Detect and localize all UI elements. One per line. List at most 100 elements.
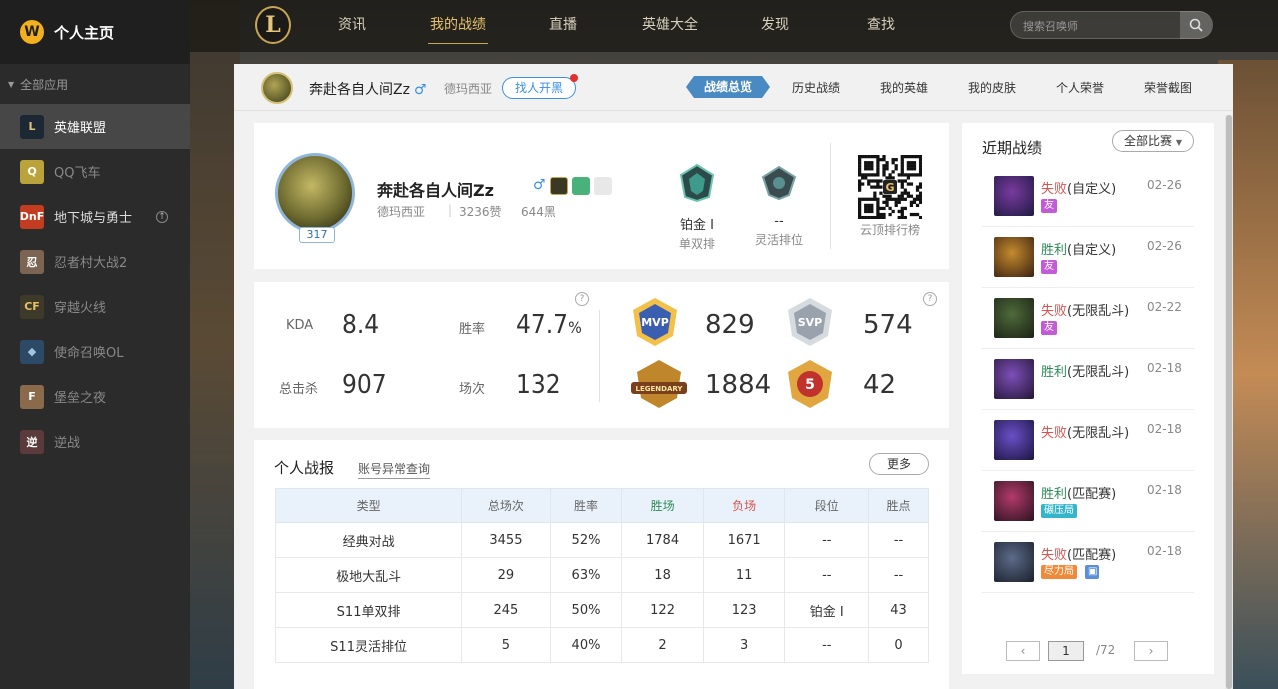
kda-value: 8.4 (342, 310, 380, 340)
table-header: 胜率 (549, 488, 623, 523)
copy-icon[interactable] (571, 177, 590, 195)
table-cell: 122 (621, 592, 704, 628)
level-badge: 317 (299, 227, 335, 243)
sidebar-header[interactable]: W 个人主页 (0, 0, 190, 64)
update-icon[interactable]: ↑ (156, 210, 168, 223)
nav-heroes[interactable]: 英雄大全 (640, 0, 700, 52)
table-header: 类型 (274, 488, 463, 523)
match-mode: (无限乱斗) (1067, 426, 1130, 441)
blacks-count: 644黑 (521, 205, 556, 219)
user-avatar-small[interactable] (261, 72, 293, 104)
search-button[interactable] (1180, 11, 1212, 39)
stats-divider (599, 310, 600, 402)
match-date: 02-18 (1147, 422, 1182, 436)
champion-avatar (994, 359, 1034, 399)
svp-badge-icon[interactable]: SVP (784, 296, 836, 348)
screenshot-icon[interactable]: ▣ (1085, 565, 1099, 579)
account-check-link[interactable]: 账号异常查询 (358, 460, 431, 479)
match-tag: 友 (1041, 321, 1057, 335)
legendary-badge-icon[interactable]: LEGENDARY (629, 358, 689, 410)
rank-badge-icon[interactable] (549, 177, 568, 195)
winrate-number: 47.7 (516, 310, 569, 340)
sidebar-item-6[interactable]: F 堡垒之夜 (0, 374, 190, 419)
sidebar-item-label: 堡垒之夜 (54, 391, 107, 406)
more-button[interactable]: 更多 (869, 453, 929, 475)
next-page-button[interactable]: › (1134, 641, 1168, 661)
table-cell: 0 (868, 627, 929, 663)
help-icon[interactable]: ? (923, 292, 937, 306)
sidebar-item-7[interactable]: 逆逆战 (0, 419, 190, 464)
sidebar-item-5[interactable]: ◆ 使命召唤OL (0, 329, 190, 374)
page-number-input[interactable]: 1 (1048, 641, 1084, 661)
table-cell: 29 (461, 557, 551, 593)
penta-kill-badge-icon[interactable]: 5 (784, 358, 836, 410)
tab-history[interactable]: 历史战绩 (792, 79, 840, 96)
sidebar-item-4[interactable]: CF 穿越火线 (0, 284, 190, 329)
profile-avatar[interactable] (275, 153, 355, 233)
table-cell: 1784 (621, 522, 704, 558)
platinum-emblem-icon (679, 163, 715, 203)
user-server: 德玛西亚 (444, 82, 493, 96)
match-outcome: 失败 (1041, 304, 1068, 319)
unranked-emblem-icon (761, 165, 797, 201)
match-mode: (自定义) (1067, 182, 1117, 197)
find-teammate-button[interactable]: 找人开黑 (502, 74, 579, 99)
match-row[interactable]: 胜利(无限乱斗) 02-18 (982, 349, 1194, 410)
table-cell: 3455 (461, 522, 551, 558)
tab-my-heroes[interactable]: 我的英雄 (880, 79, 928, 96)
table-cell: 63% (549, 557, 623, 593)
match-result: 失败(匹配赛) (1041, 544, 1116, 563)
table-cell: 50% (549, 592, 623, 628)
rank-flex[interactable]: -- 灵活排位 (739, 163, 819, 248)
match-row[interactable]: 失败(无限乱斗) 02-22 友 (982, 288, 1194, 349)
game-icon: CF (20, 294, 44, 319)
help-icon[interactable]: ? (575, 292, 589, 306)
tab-overview[interactable]: 战绩总览 (686, 76, 770, 98)
qr-logo-text: G (885, 181, 894, 194)
table-cell: -- (784, 557, 870, 593)
champion-avatar (994, 481, 1034, 521)
sidebar-item-label: 穿越火线 (54, 301, 107, 316)
prev-page-button[interactable]: ‹ (1006, 641, 1040, 661)
table-cell: -- (784, 627, 870, 663)
rank-solo[interactable]: 铂金 Ⅰ 单双排 (657, 163, 737, 252)
match-result: 胜利(无限乱斗) (1041, 361, 1129, 380)
nav-news[interactable]: 资讯 (330, 0, 374, 52)
tab-honors[interactable]: 个人荣誉 (1056, 79, 1104, 96)
all-apps-section[interactable]: ▼ 全部应用 (0, 64, 190, 104)
tab-my-skins[interactable]: 我的皮肤 (968, 79, 1016, 96)
nav-discover[interactable]: 发现 (760, 0, 790, 52)
search-input[interactable] (1023, 17, 1173, 35)
winrate-label: 胜率 (459, 322, 486, 337)
scrollbar[interactable] (1225, 115, 1233, 689)
mvp-badge-text: MVP (641, 316, 669, 329)
table-header: 总场次 (461, 488, 551, 523)
sidebar-item-3[interactable]: 忍忍者村大战2 (0, 239, 190, 284)
table-row: 极地大乱斗 29 63% 18 11 -- -- (274, 557, 929, 593)
match-filter-value: 全部比赛 (1124, 134, 1173, 148)
sidebar-item-0[interactable]: L 英雄联盟 (0, 104, 190, 149)
nav-find[interactable]: 查找 (866, 0, 896, 52)
legendary-count: 1884 (705, 370, 772, 400)
scrollbar-thumb[interactable] (1226, 115, 1232, 689)
sidebar-item-2[interactable]: DnF 地下城与勇士 ↑ (0, 194, 190, 239)
match-row[interactable]: 失败(无限乱斗) 02-18 (982, 410, 1194, 471)
match-row[interactable]: 胜利(自定义) 02-26 友 (982, 227, 1194, 288)
match-row[interactable]: 失败(自定义) 02-26 友 (982, 166, 1194, 227)
nav-my-record[interactable]: 我的战绩 (428, 0, 488, 52)
match-row[interactable]: 失败(匹配赛) 02-18 尽力局 ▣ (982, 532, 1194, 593)
table-cell: 2 (621, 627, 704, 663)
lol-logo-icon[interactable]: L (255, 6, 291, 44)
svp-badge-text: SVP (798, 316, 823, 329)
match-filter-select[interactable]: 全部比赛 ▼ (1112, 130, 1194, 152)
table-cell: 123 (702, 592, 786, 628)
match-mode: (无限乱斗) (1067, 365, 1130, 380)
tab-honor-screenshots[interactable]: 荣誉截图 (1144, 79, 1192, 96)
mvp-badge-icon[interactable]: MVP (629, 296, 681, 348)
qr-code[interactable]: G (858, 155, 922, 219)
nav-live[interactable]: 直播 (548, 0, 578, 52)
trophy-icon[interactable] (593, 177, 612, 195)
match-row[interactable]: 胜利(匹配赛) 02-18 碾压局 (982, 471, 1194, 532)
caret-down-icon: ▼ (8, 79, 15, 89)
sidebar-item-1[interactable]: Q QQ飞车 (0, 149, 190, 194)
